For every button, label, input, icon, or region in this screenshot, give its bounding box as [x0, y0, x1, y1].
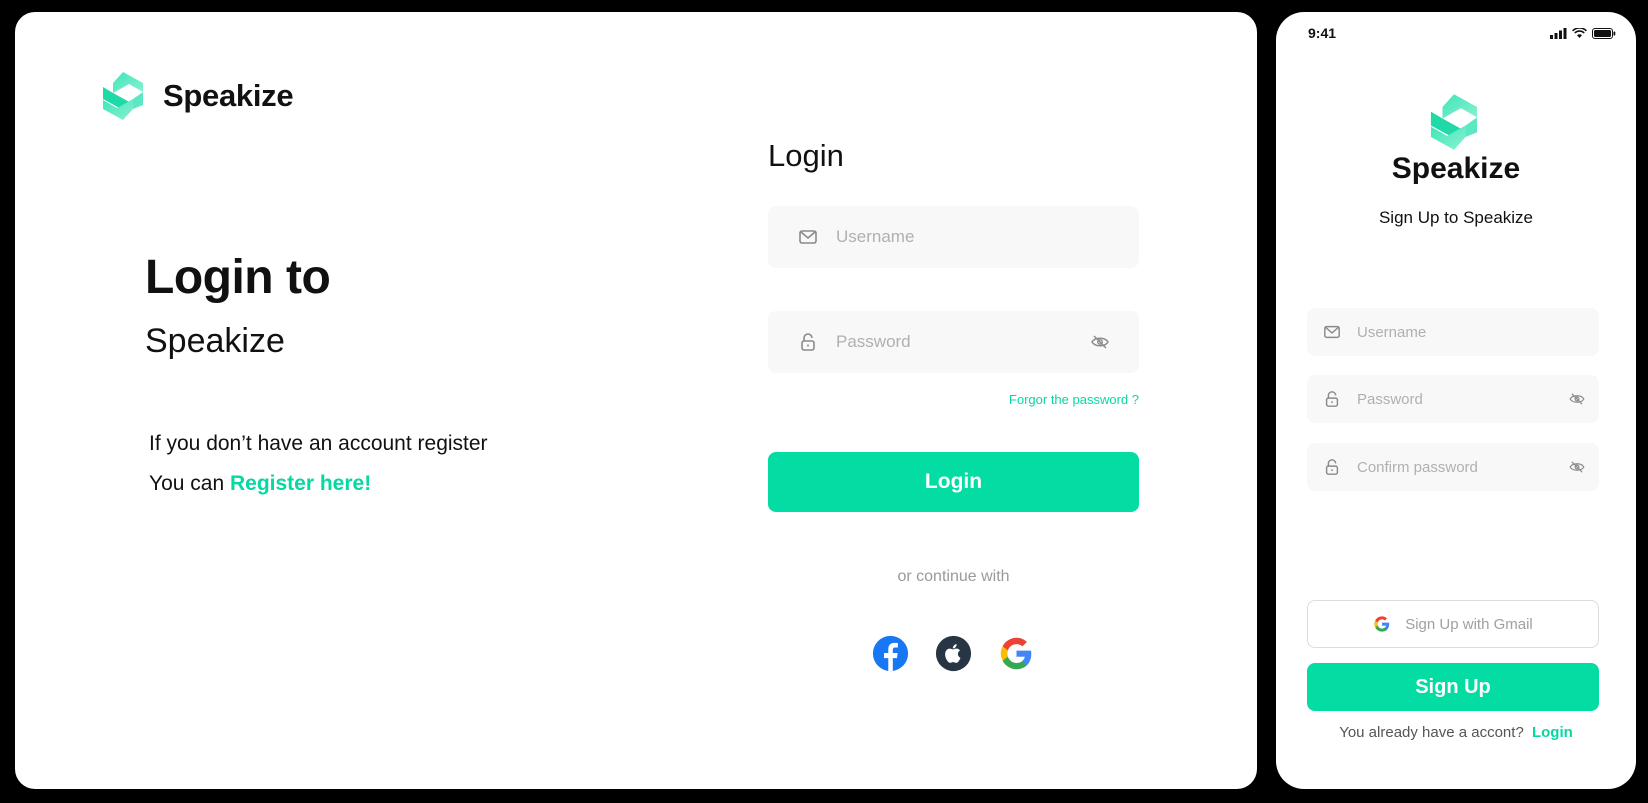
lock-icon: [801, 333, 815, 351]
wifi-icon: [1572, 28, 1587, 38]
speakize-logo-icon: [103, 72, 143, 120]
signup-button[interactable]: Sign Up: [1307, 663, 1599, 711]
continue-with-text: or continue with: [897, 568, 1010, 585]
brand: Speakize: [99, 70, 294, 122]
brand-name: Speakize: [163, 78, 294, 113]
signal-icon: [1550, 28, 1567, 39]
mail-icon: [799, 230, 817, 244]
mobile-username-field[interactable]: [1307, 308, 1599, 356]
facebook-icon[interactable]: [872, 635, 909, 672]
mobile-password-field[interactable]: [1307, 375, 1599, 423]
mobile-password-input[interactable]: [1357, 375, 1559, 423]
hero-title: Login to: [145, 251, 331, 304]
username-field[interactable]: [768, 206, 1139, 268]
apple-icon[interactable]: [935, 635, 972, 672]
google-icon: [1374, 616, 1390, 632]
status-time: 9:41: [1308, 25, 1337, 41]
mobile-brand-name: Speakize: [1391, 152, 1521, 185]
mobile-confirm-password-field[interactable]: [1307, 443, 1599, 491]
social-login-buttons: [872, 635, 1035, 672]
login-heading: Login: [768, 138, 844, 173]
eye-off-icon[interactable]: [1569, 393, 1585, 405]
login-button[interactable]: Login: [768, 452, 1139, 512]
register-prompt: If you don’t have an account register: [149, 432, 488, 455]
mobile-username-input[interactable]: [1357, 308, 1559, 356]
mobile-subtitle: Sign Up to Speakize: [1378, 208, 1534, 227]
google-icon[interactable]: [998, 635, 1035, 672]
mail-icon: [1324, 325, 1340, 339]
hero-subtitle: Speakize: [145, 322, 285, 360]
lock-icon: [1325, 459, 1339, 475]
mobile-footer: You already have a accont? Login: [1276, 724, 1636, 741]
gmail-button-label: Sign Up with Gmail: [1405, 615, 1533, 633]
register-prefix: You can: [149, 472, 225, 495]
mobile-signup-card: 9:41 Speakize Sign Up to Speakize Userna…: [1276, 12, 1636, 789]
username-input[interactable]: [836, 206, 1079, 268]
eye-off-icon[interactable]: [1091, 335, 1109, 349]
password-input[interactable]: [836, 311, 1079, 373]
status-icons: [1550, 28, 1616, 39]
eye-off-icon[interactable]: [1569, 461, 1585, 473]
register-line: You can Register here!: [149, 472, 371, 496]
password-field[interactable]: [768, 311, 1139, 373]
lock-icon: [1325, 391, 1339, 407]
login-link[interactable]: Login: [1532, 724, 1573, 741]
register-link[interactable]: Register here!: [230, 472, 371, 495]
signup-with-gmail-button[interactable]: Sign Up with Gmail: [1307, 600, 1599, 648]
battery-icon: [1592, 28, 1616, 39]
forgot-password-link[interactable]: Forgor the password ?: [768, 392, 1139, 407]
have-account-text: You already have a accont?: [1339, 724, 1524, 741]
desktop-login-card: Speakize Login to Speakize If you don’t …: [15, 12, 1257, 789]
mobile-confirm-password-input[interactable]: [1357, 443, 1559, 491]
speakize-logo-icon: [1430, 94, 1478, 150]
